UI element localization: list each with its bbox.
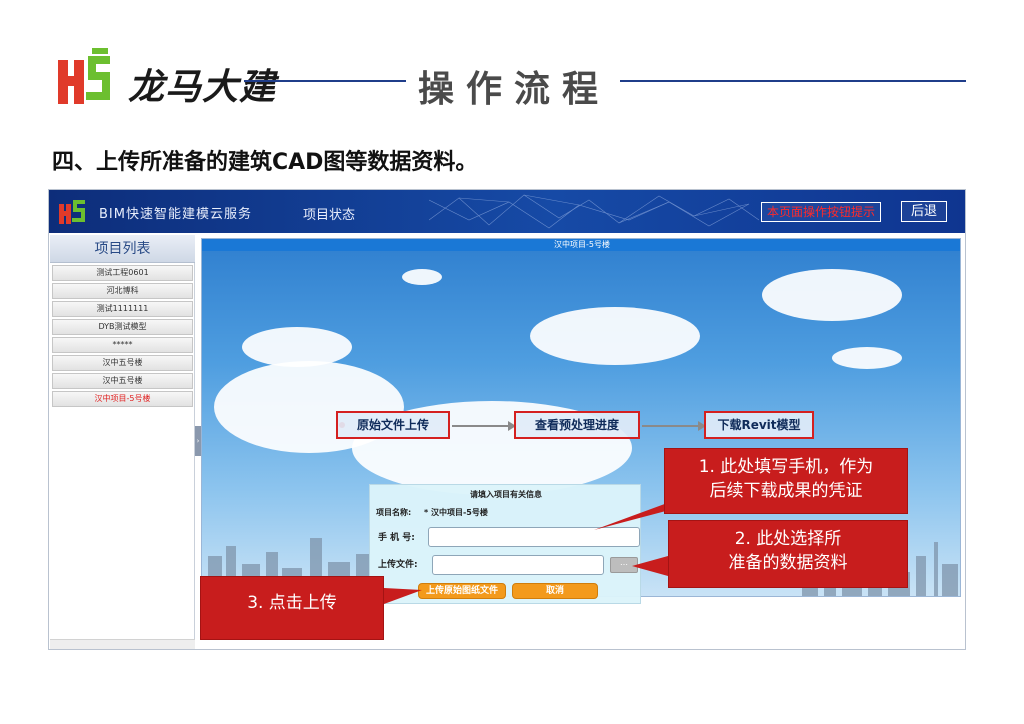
slide: 龙马大建 操作流程 四、上传所准备的建筑CAD图等数据资料。 BIM快速智能建模… bbox=[0, 0, 1024, 724]
callout-line: 2. 此处选择所 bbox=[734, 529, 842, 549]
callout-upload-hint: 3. 点击上传 bbox=[200, 576, 384, 640]
callout-line: 1. 此处填写手机，作为 bbox=[698, 457, 874, 477]
callout-pointers bbox=[384, 502, 700, 604]
callout-file-hint: 2. 此处选择所 准备的数据资料 bbox=[668, 520, 908, 588]
callout-line: 后续下载成果的凭证 bbox=[709, 481, 863, 501]
callout-phone-hint: 1. 此处填写手机，作为 后续下载成果的凭证 bbox=[664, 448, 908, 514]
callout-line: 准备的数据资料 bbox=[728, 553, 848, 573]
callout-line: 3. 点击上传 bbox=[247, 593, 337, 613]
